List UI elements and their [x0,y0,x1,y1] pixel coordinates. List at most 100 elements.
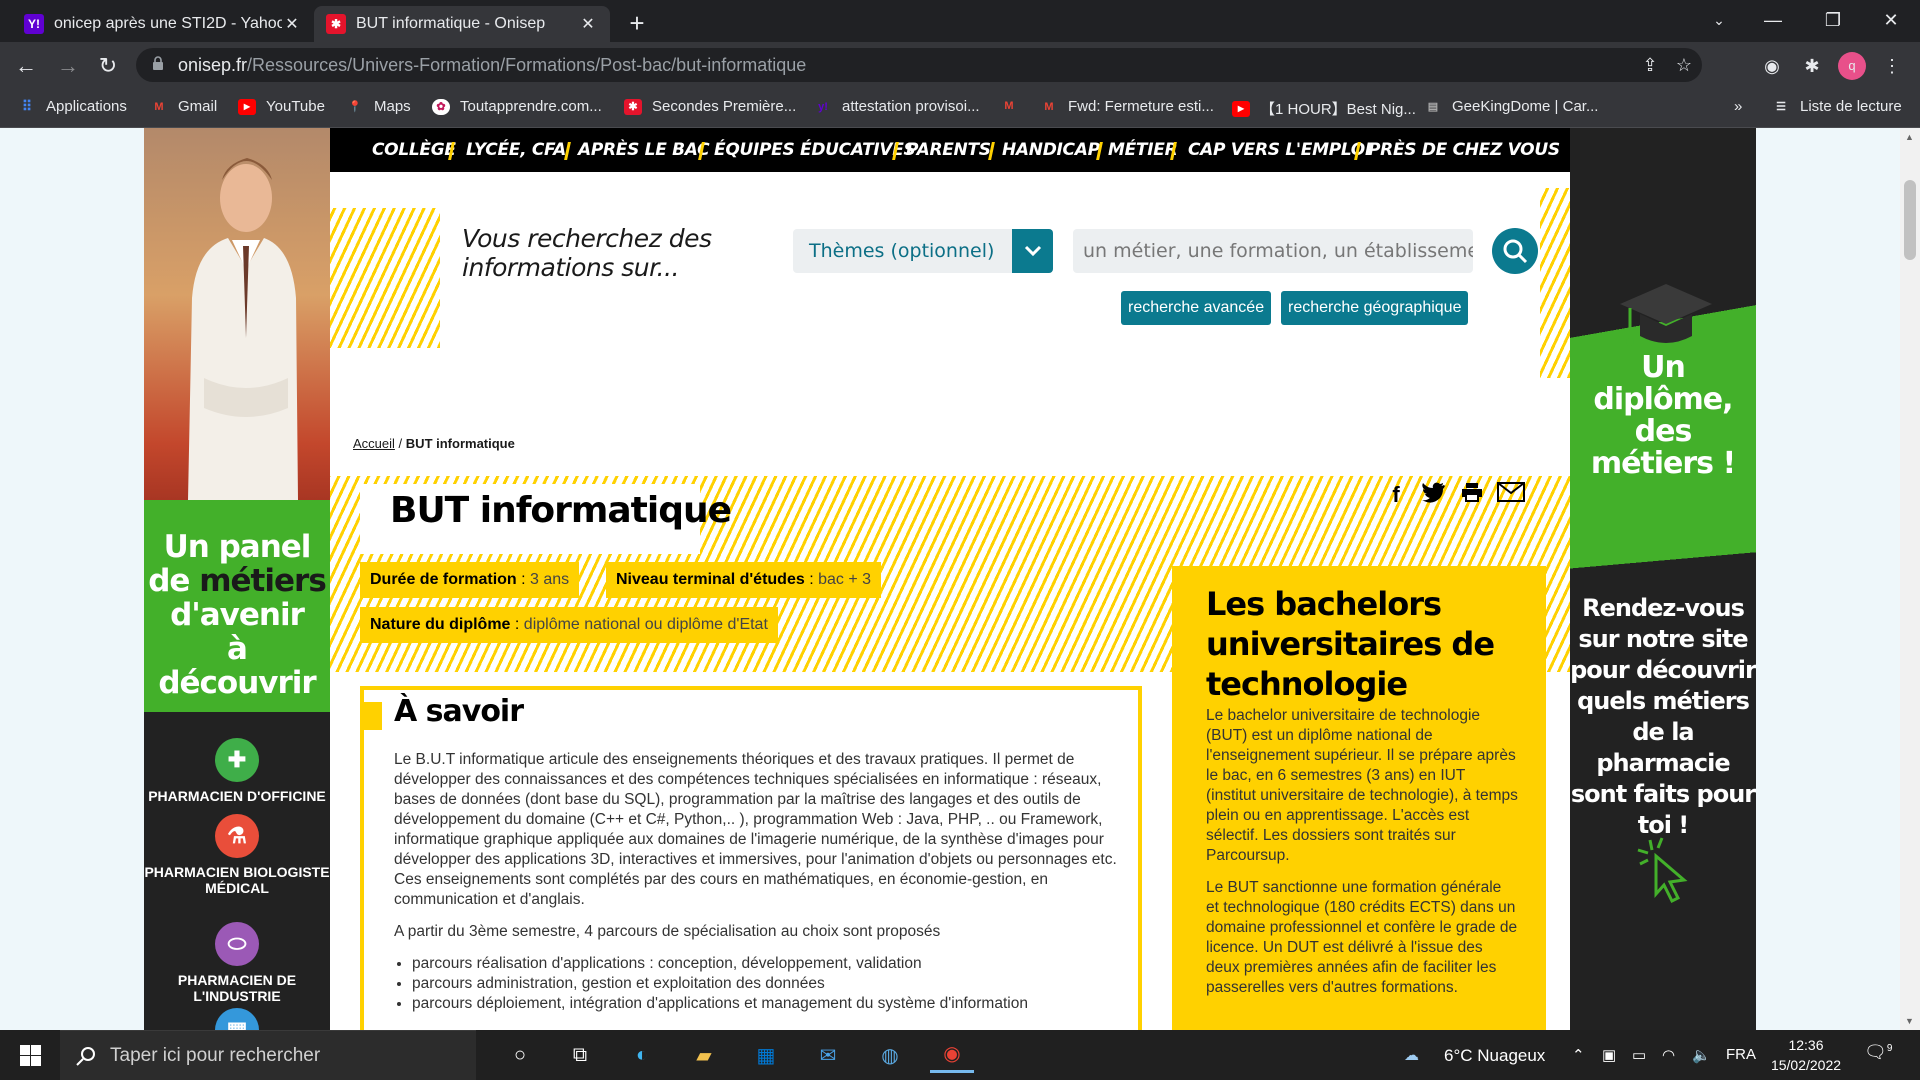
nav-lycee[interactable]: LYCÉE, CFA [466,128,566,172]
bookmark-maps[interactable]: 📍 Maps [346,98,411,115]
bookmark-geekingdome[interactable]: ▤ GeeKingDome | Car... [1424,98,1599,115]
bookmark-youtube[interactable]: ▶ YouTube [238,98,325,115]
nav-metier[interactable]: MÉTIER [1108,128,1178,172]
close-tab-icon[interactable]: ✕ [282,14,302,34]
bookmark-label: attestation provisoi... [842,98,980,115]
nav-pres-de-chez-vous[interactable]: PRÈS DE CHEZ VOUS [1368,128,1560,172]
left-advert[interactable]: Un panel de métiers d'avenir à découvrir… [144,128,330,1030]
profile-avatar[interactable]: q [1838,52,1866,80]
nav-college[interactable]: COLLÈGE [372,128,456,172]
wifi-icon[interactable]: ◠ [1662,1046,1675,1064]
nav-parents[interactable]: PARENTS [906,128,991,172]
mail-app-icon[interactable]: ✉ [806,1037,850,1073]
system-clock[interactable]: 12:36 15/02/2022 [1768,1035,1844,1075]
mail-icon[interactable] [1496,482,1526,506]
advert-headline: Un panel de métiers d'avenir à découvrir [144,500,330,712]
right-advert[interactable]: Un diplôme, des métiers ! Rendez-vous su… [1570,128,1756,1030]
breadcrumb-home[interactable]: Accueil [353,436,395,451]
pharmacien-officine[interactable]: ✚ PHARMACIEN D'OFFICINE [144,738,330,804]
minimize-icon[interactable]: — [1744,0,1802,40]
search-button[interactable] [1492,228,1538,274]
bookmark-label: Secondes Première... [652,98,797,115]
dell-app-icon[interactable]: ◍ [868,1037,912,1073]
new-tab-icon[interactable]: + [622,8,652,38]
battery-icon[interactable]: ▭ [1632,1046,1646,1064]
task-view-icon[interactable]: ⧉ [558,1037,602,1073]
print-icon[interactable] [1460,482,1484,506]
menu-kebab-icon[interactable]: ⋮ [1878,52,1906,80]
close-window-icon[interactable]: ✕ [1862,0,1920,40]
geo-search-button[interactable]: recherche géographique [1281,291,1469,325]
scroll-down-icon[interactable]: ▼ [1905,1016,1914,1026]
nav-equipes[interactable]: ÉQUIPES ÉDUCATIVES [714,128,916,172]
scroll-thumb[interactable] [1904,180,1916,260]
store-icon[interactable]: ▦ [744,1037,788,1073]
page-icon: ▤ [1427,101,1439,113]
a-savoir-paragraph: Le B.U.T informatique articule des ensei… [394,751,1117,908]
a-savoir-body: Le B.U.T informatique articule des ensei… [394,750,1124,1014]
weather-text[interactable]: 6°C Nuageux [1444,1046,1545,1066]
forward-icon[interactable]: → [52,50,84,82]
advert-photo [144,128,330,500]
bookmark-toutapprendre[interactable]: ✿ Toutapprendre.com... [432,98,602,115]
twitter-icon[interactable] [1420,482,1446,506]
tab-title: BUT informatique - Onisep [356,15,546,32]
start-button[interactable] [0,1030,60,1080]
nav-apres-bac[interactable]: APRÈS LE BAC [578,128,710,172]
url-text[interactable]: onisep.fr/Ressources/Univers-Formation/F… [178,55,806,76]
meet-now-icon[interactable]: ▣ [1602,1046,1616,1064]
back-icon[interactable]: ← [10,50,42,82]
bachelors-paragraph: Le BUT sanctionne une formation générale… [1206,879,1518,996]
bookmark-attestation[interactable]: y! attestation provisoi... [814,98,980,115]
pharmacien-next[interactable]: ▦ [144,1008,330,1030]
taskbar-search[interactable]: Taper ici pour rechercher [60,1030,476,1080]
lock-icon [153,56,163,70]
nav-handicap[interactable]: HANDICAP [1002,128,1100,172]
volume-icon[interactable]: 🔈 [1692,1046,1711,1064]
restore-icon[interactable]: ❐ [1804,0,1862,40]
tab-yahoo[interactable]: Y! onicep après une STI2D - Yahoo ✕ [12,6,314,42]
share-icon[interactable]: ⇪ [1636,51,1664,79]
scroll-up-icon[interactable]: ▲ [1905,132,1914,142]
themes-dropdown-button[interactable] [1012,229,1053,273]
notification-icon[interactable]: 🗨9 [1864,1042,1892,1063]
advanced-search-button[interactable]: recherche avancée [1121,291,1272,325]
weather-icon[interactable]: ☁ [1404,1046,1419,1064]
bookmark-gmail[interactable]: M Gmail [150,98,217,115]
url-host: onisep.fr [178,55,248,75]
chevron-down-icon [1024,245,1042,257]
extension-icon[interactable]: ◉ [1758,52,1786,80]
pharmacien-biologiste[interactable]: ⚗ PHARMACIEN BIOLOGISTE MÉDICAL [144,814,330,896]
address-bar[interactable]: onisep.fr/Ressources/Univers-Formation/F… [136,48,1702,82]
tab-onisep[interactable]: ✱ BUT informatique - Onisep ✕ [314,6,610,42]
advert-text: Rendez-vous sur notre site pour découvri… [1570,594,1756,839]
language-indicator[interactable]: FRA [1726,1046,1756,1063]
bookmark-fwd[interactable]: M Fwd: Fermeture esti... [1040,98,1213,115]
file-explorer-icon[interactable]: ▰ [682,1037,726,1073]
close-tab-icon[interactable]: ✕ [578,14,598,34]
reload-icon[interactable]: ↻ [92,50,124,82]
reading-list[interactable]: ☰ Liste de lecture [1772,98,1902,115]
nav-cap-emploi[interactable]: CAP VERS L'EMPLOI [1188,128,1371,172]
chrome-icon[interactable]: ◉ [930,1037,974,1073]
facebook-icon[interactable]: f [1386,482,1406,507]
bookmark-1hour[interactable]: ▶ 【1 HOUR】Best Nig... [1232,98,1416,119]
bookmark-applications[interactable]: ⠿ Applications [18,98,127,115]
puzzle-icon[interactable]: ✱ [1798,52,1826,80]
bookmark-secondes[interactable]: ✱ Secondes Première... [624,98,796,115]
tray-chevron-icon[interactable]: ⌃ [1572,1046,1585,1064]
pharmacien-industrie[interactable]: ⬭ PHARMACIEN DE L'INDUSTRIE [144,922,330,1004]
bookmark-star-icon[interactable]: ☆ [1670,51,1698,79]
edge-icon[interactable]: ◐ [620,1037,664,1073]
list-item: parcours réalisation d'applications : co… [412,954,1124,974]
decor-stripes [330,208,440,348]
page-scrollbar[interactable]: ▲ ▼ [1900,128,1920,1030]
headline-line: de [148,563,190,599]
themes-select[interactable]: Thèmes (optionnel) [793,229,1053,273]
search-input[interactable] [1073,229,1473,273]
bachelors-paragraph: Le bachelor universitaire de technologie… [1206,707,1518,864]
tab-search-chevron-icon[interactable]: ⌄ [1690,0,1748,40]
bookmark-gmail-2[interactable]: M [1000,98,1028,114]
cortana-icon[interactable]: ○ [498,1037,542,1073]
bookmarks-more-icon[interactable]: » [1734,98,1742,115]
